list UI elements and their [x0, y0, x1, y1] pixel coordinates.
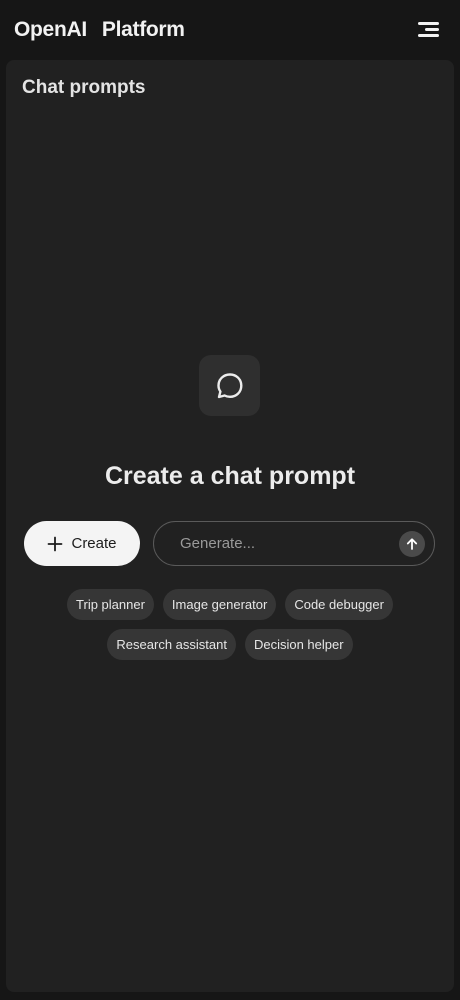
suggestion-row: Research assistant Decision helper [6, 629, 454, 660]
page-title: Chat prompts [22, 77, 146, 98]
brand-logo[interactable]: OpenAI Platform [14, 18, 185, 42]
create-button[interactable]: Create [24, 521, 140, 566]
top-bar: OpenAI Platform [0, 0, 460, 60]
brand-name: OpenAI [14, 18, 87, 41]
suggestion-chip-research-assistant[interactable]: Research assistant [107, 629, 236, 660]
plus-icon [48, 536, 63, 551]
product-name: Platform [101, 18, 185, 41]
chat-bubble-icon [216, 372, 242, 398]
suggestion-row: Trip planner Image generator Code debugg… [6, 589, 454, 620]
suggestion-chip-image-generator[interactable]: Image generator [162, 589, 277, 620]
suggestion-chip-trip-planner[interactable]: Trip planner [67, 589, 154, 620]
generate-field [153, 521, 435, 566]
empty-state-heading: Create a chat prompt [104, 462, 356, 490]
hamburger-menu-icon [418, 22, 439, 25]
chat-prompts-panel: Chat prompts Create a chat prompt Create… [6, 60, 454, 992]
empty-state-icon-tile [199, 355, 260, 416]
send-button[interactable] [399, 531, 425, 557]
arrow-up-icon [406, 538, 418, 550]
hamburger-menu-icon-line [418, 34, 439, 37]
generate-input[interactable] [180, 522, 380, 565]
menu-button[interactable] [414, 18, 440, 42]
create-button-label: Create [71, 535, 117, 552]
hamburger-menu-icon-line [425, 28, 439, 31]
suggestion-chip-code-debugger[interactable]: Code debugger [285, 589, 393, 620]
suggestion-chip-decision-helper[interactable]: Decision helper [244, 629, 353, 660]
